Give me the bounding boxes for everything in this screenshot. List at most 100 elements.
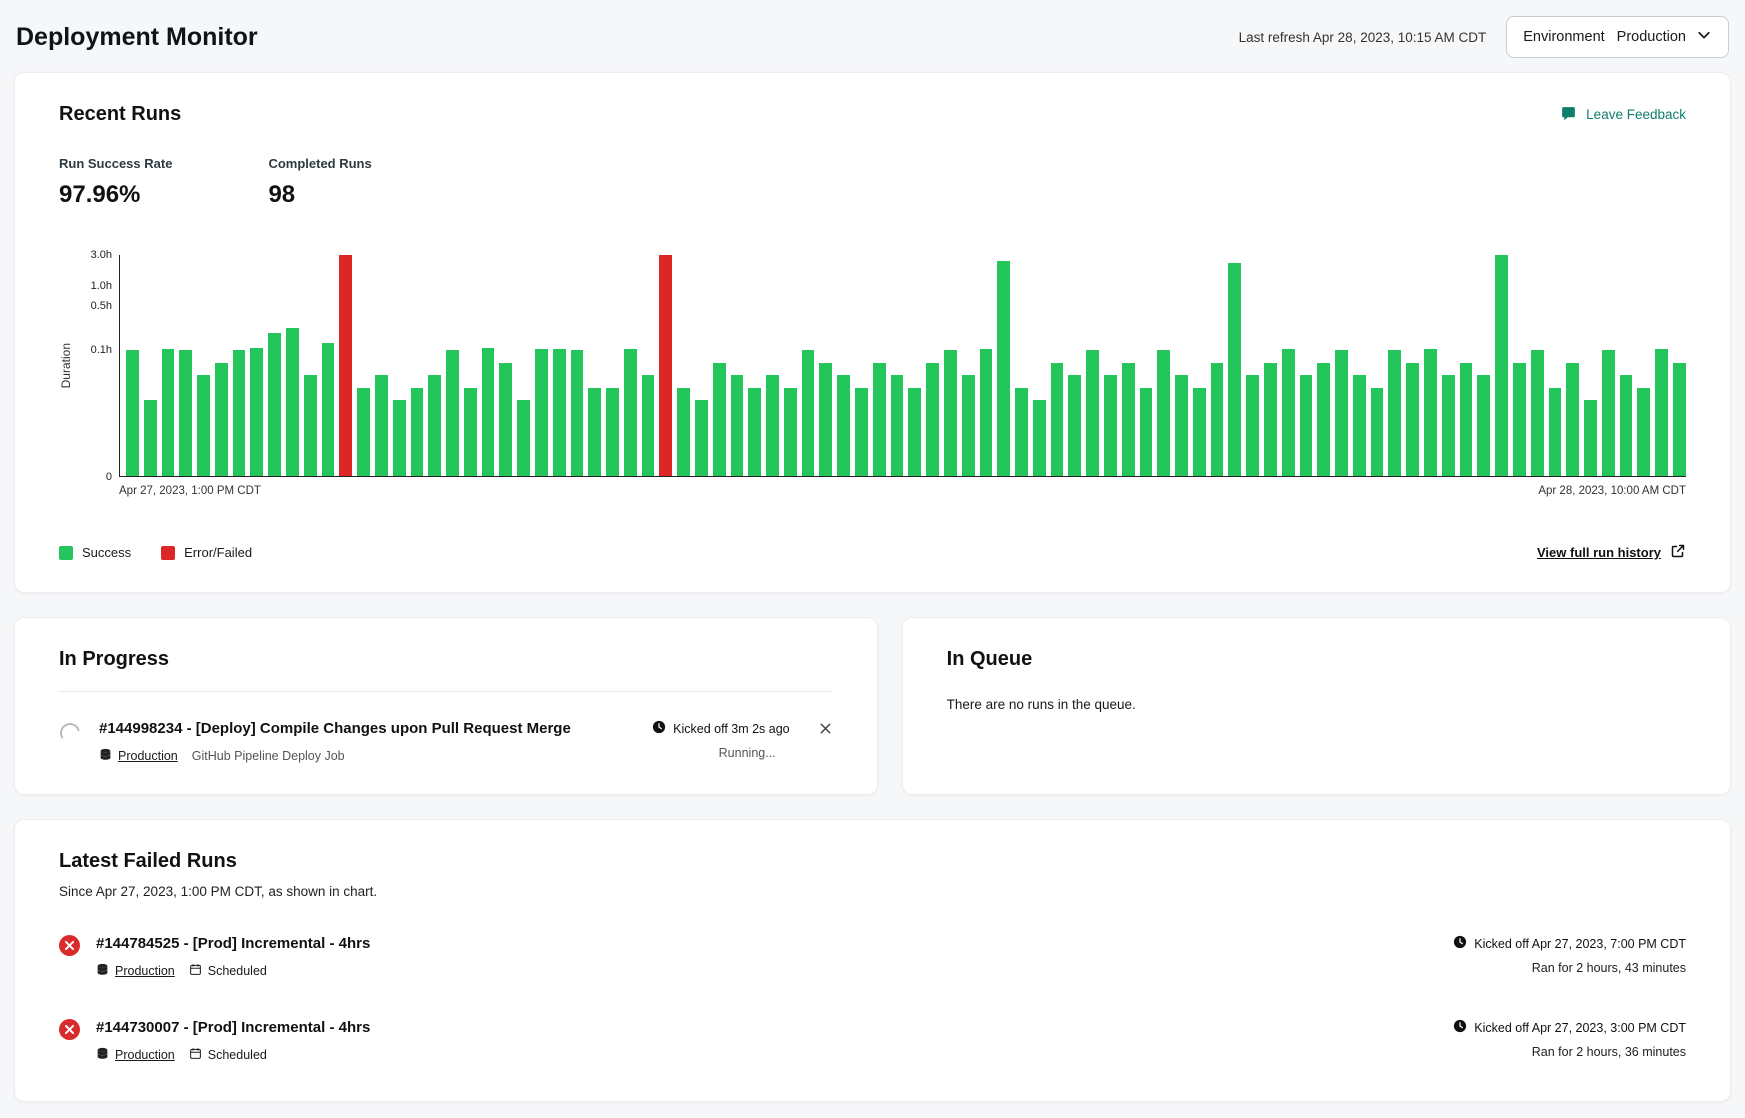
chart-bar-success[interactable] — [837, 375, 850, 476]
chart-bar-success[interactable] — [1673, 363, 1686, 476]
chart-bar-success[interactable] — [1033, 400, 1046, 476]
chart-bar-success[interactable] — [1211, 363, 1224, 476]
chart-bar-success[interactable] — [482, 348, 495, 476]
chart-bar-success[interactable] — [535, 349, 548, 476]
chart-bar-success[interactable] — [215, 363, 228, 476]
chart-bar-success[interactable] — [1513, 363, 1526, 476]
chart-bar-success[interactable] — [1531, 350, 1544, 476]
chart-bar-success[interactable] — [1406, 363, 1419, 476]
chart-bar-success[interactable] — [784, 388, 797, 476]
chart-bar-success[interactable] — [962, 375, 975, 476]
run-environment-link[interactable]: Production — [99, 748, 178, 764]
chart-bar-success[interactable] — [1442, 375, 1455, 476]
chart-bar-success[interactable] — [695, 400, 708, 476]
chart-bar-success[interactable] — [446, 350, 459, 476]
chart-bar-success[interactable] — [1086, 350, 1099, 476]
chart-bar-success[interactable] — [677, 388, 690, 476]
chart-bar-success[interactable] — [126, 350, 139, 476]
legend-swatch-error — [161, 546, 175, 560]
chart-bar-success[interactable] — [428, 375, 441, 476]
chart-bar-success[interactable] — [1051, 363, 1064, 476]
chart-bar-success[interactable] — [855, 388, 868, 476]
chart-bar-success[interactable] — [1371, 388, 1384, 476]
chart-bar-success[interactable] — [997, 261, 1010, 476]
chart-bar-success[interactable] — [233, 350, 246, 476]
chart-bar-success[interactable] — [1335, 350, 1348, 476]
chart-bar-success[interactable] — [304, 375, 317, 476]
chart-bar-success[interactable] — [1620, 375, 1633, 476]
chart-bar-success[interactable] — [375, 375, 388, 476]
chart-bar-success[interactable] — [731, 375, 744, 476]
page-title: Deployment Monitor — [16, 23, 258, 52]
chart-bar-success[interactable] — [1460, 363, 1473, 476]
run-environment-link[interactable]: Production — [96, 1047, 175, 1063]
chart-bar-success[interactable] — [926, 363, 939, 476]
chart-bar-success[interactable] — [1388, 350, 1401, 476]
chart-bar-success[interactable] — [1424, 349, 1437, 476]
leave-feedback-button[interactable]: Leave Feedback — [1560, 105, 1686, 125]
chart-bar-success[interactable] — [179, 350, 192, 476]
chart-bar-success[interactable] — [1140, 388, 1153, 476]
chart-bar-success[interactable] — [197, 375, 210, 476]
chart-bar-success[interactable] — [1584, 400, 1597, 476]
chart-bar-success[interactable] — [713, 363, 726, 476]
chart-bar-success[interactable] — [980, 349, 993, 476]
chart-bar-success[interactable] — [286, 328, 299, 476]
chart-bar-success[interactable] — [624, 349, 637, 476]
chart-bar-success[interactable] — [766, 375, 779, 476]
legend-item-error: Error/Failed — [161, 545, 252, 560]
view-full-run-history-link[interactable]: View full run history — [1537, 543, 1686, 562]
chart-bar-success[interactable] — [1068, 375, 1081, 476]
run-kicked-off: Kicked off 3m 2s ago — [652, 720, 790, 737]
chart-bar-success[interactable] — [1282, 349, 1295, 476]
chart-bar-success[interactable] — [802, 350, 815, 476]
chart-bar-error[interactable] — [659, 255, 672, 476]
chart-bar-success[interactable] — [1104, 375, 1117, 476]
chart-bar-success[interactable] — [606, 388, 619, 476]
chart-bar-success[interactable] — [1495, 255, 1508, 476]
chart-bar-success[interactable] — [1353, 375, 1366, 476]
chart-bar-success[interactable] — [819, 363, 832, 476]
chart-bar-success[interactable] — [908, 388, 921, 476]
chart-bar-success[interactable] — [1602, 350, 1615, 476]
chart-bar-success[interactable] — [1300, 375, 1313, 476]
chart-bar-success[interactable] — [1549, 388, 1562, 476]
chart-bar-success[interactable] — [1157, 350, 1170, 476]
chart-bar-success[interactable] — [1477, 375, 1490, 476]
chart-bar-success[interactable] — [1655, 349, 1668, 476]
chart-bar-success[interactable] — [268, 333, 281, 476]
chart-bar-success[interactable] — [1637, 388, 1650, 476]
chart-bar-success[interactable] — [162, 349, 175, 476]
run-environment-link[interactable]: Production — [96, 963, 175, 979]
chart-bar-success[interactable] — [250, 348, 263, 476]
chart-bar-success[interactable] — [553, 349, 566, 476]
run-schedule-label: Scheduled — [208, 964, 267, 978]
chart-bar-success[interactable] — [499, 363, 512, 476]
cancel-run-button[interactable] — [818, 721, 833, 741]
environment-dropdown[interactable]: Environment Production — [1506, 16, 1729, 58]
chart-bar-success[interactable] — [1264, 363, 1277, 476]
chart-bar-success[interactable] — [571, 350, 584, 476]
chart-bar-success[interactable] — [517, 400, 530, 476]
chart-bar-success[interactable] — [411, 388, 424, 476]
chart-bar-success[interactable] — [873, 363, 886, 476]
chart-bar-success[interactable] — [1122, 363, 1135, 476]
chart-bar-success[interactable] — [464, 388, 477, 476]
chart-bar-success[interactable] — [1246, 375, 1259, 476]
chart-bar-success[interactable] — [1193, 388, 1206, 476]
chart-bar-success[interactable] — [1228, 263, 1241, 476]
chart-bar-success[interactable] — [588, 388, 601, 476]
chart-bar-success[interactable] — [393, 400, 406, 476]
chart-bar-success[interactable] — [891, 375, 904, 476]
chart-bar-success[interactable] — [1317, 363, 1330, 476]
chart-bar-success[interactable] — [642, 375, 655, 476]
chart-bar-success[interactable] — [748, 388, 761, 476]
chart-bar-success[interactable] — [1175, 375, 1188, 476]
chart-bar-success[interactable] — [357, 388, 370, 476]
chart-bar-success[interactable] — [1566, 363, 1579, 476]
chart-bar-success[interactable] — [322, 343, 335, 476]
chart-bar-success[interactable] — [1015, 388, 1028, 476]
chart-bar-error[interactable] — [339, 255, 352, 476]
chart-bar-success[interactable] — [944, 350, 957, 476]
chart-bar-success[interactable] — [144, 400, 157, 476]
